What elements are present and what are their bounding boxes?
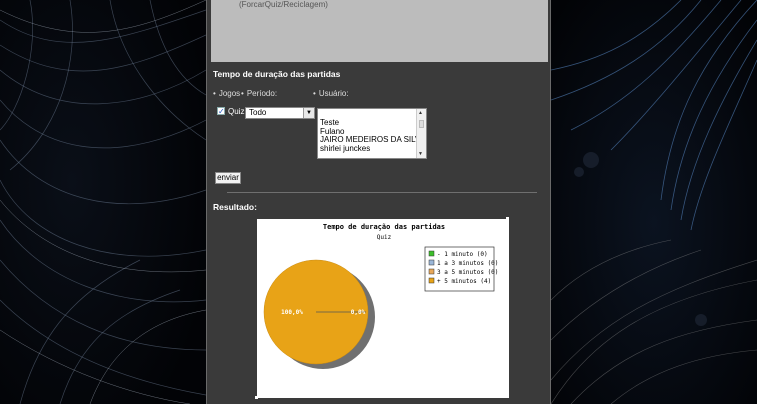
main-content: (ForcarQuiz/Reciclagem) Tempo de duração… bbox=[206, 0, 551, 404]
panel-corner bbox=[255, 396, 258, 399]
chart-subtitle: Quiz bbox=[377, 234, 392, 241]
period-label: • Período: bbox=[241, 89, 278, 98]
bullet-icon: • bbox=[213, 89, 216, 98]
period-select[interactable]: Todo ▼ bbox=[245, 107, 315, 119]
games-label: • Jogos bbox=[213, 89, 241, 98]
legend-swatch bbox=[428, 268, 435, 275]
divider bbox=[227, 192, 537, 193]
pie-slice-label: 0,0% bbox=[351, 309, 366, 316]
quiz-checkbox-label: Quiz bbox=[228, 107, 245, 116]
chart-title: Tempo de duração das partidas bbox=[323, 223, 445, 231]
chart-legend: - 1 minuto (0) 1 a 3 minutos (0) 3 a 5 min… bbox=[424, 246, 498, 292]
legend-entry: 3 a 5 minutos (0) bbox=[437, 269, 498, 276]
legend-swatch bbox=[428, 259, 435, 266]
legend-entry: 1 a 3 minutos (0) bbox=[437, 260, 498, 267]
panel-corner bbox=[506, 217, 509, 220]
top-panel: (ForcarQuiz/Reciclagem) bbox=[211, 0, 548, 62]
legend-swatch bbox=[428, 277, 435, 284]
listbox-scrollbar[interactable]: ▲ ▼ bbox=[416, 109, 426, 158]
user-label: • Usuário: bbox=[313, 89, 349, 98]
scrollbar-thumb[interactable] bbox=[419, 120, 424, 128]
chart-panel: Tempo de duração das partidas Quiz 100,0… bbox=[255, 217, 509, 399]
bullet-icon: • bbox=[241, 89, 244, 98]
bullet-icon: • bbox=[313, 89, 316, 98]
scroll-down-icon[interactable]: ▼ bbox=[418, 151, 423, 157]
section-title: Tempo de duração das partidas bbox=[213, 69, 341, 79]
result-title: Resultado: bbox=[213, 202, 257, 212]
pie-chart: Tempo de duração das partidas Quiz 100,0… bbox=[263, 223, 498, 369]
background-art-left bbox=[0, 0, 206, 404]
user-list: Teste Fulano JAIRO MEDEIROS DA SILVA shi… bbox=[320, 118, 425, 154]
user-listbox[interactable]: Teste Fulano JAIRO MEDEIROS DA SILVA shi… bbox=[317, 108, 427, 159]
period-select-value: Todo bbox=[249, 108, 267, 117]
legend-swatch bbox=[428, 250, 435, 257]
top-panel-caption: (ForcarQuiz/Reciclagem) bbox=[239, 0, 328, 9]
background-art-right bbox=[551, 0, 757, 404]
legend-entry: + 5 minutos (4) bbox=[437, 278, 491, 285]
submit-button[interactable]: enviar bbox=[215, 172, 241, 184]
chevron-down-icon[interactable]: ▼ bbox=[303, 108, 314, 118]
quiz-checkbox[interactable]: ✓ bbox=[217, 107, 225, 116]
list-item[interactable]: shirlei junckes bbox=[320, 144, 425, 154]
legend-entry: - 1 minuto (0) bbox=[437, 251, 488, 258]
pie-slice-label: 100,0% bbox=[281, 309, 303, 316]
scroll-up-icon[interactable]: ▲ bbox=[418, 110, 423, 116]
